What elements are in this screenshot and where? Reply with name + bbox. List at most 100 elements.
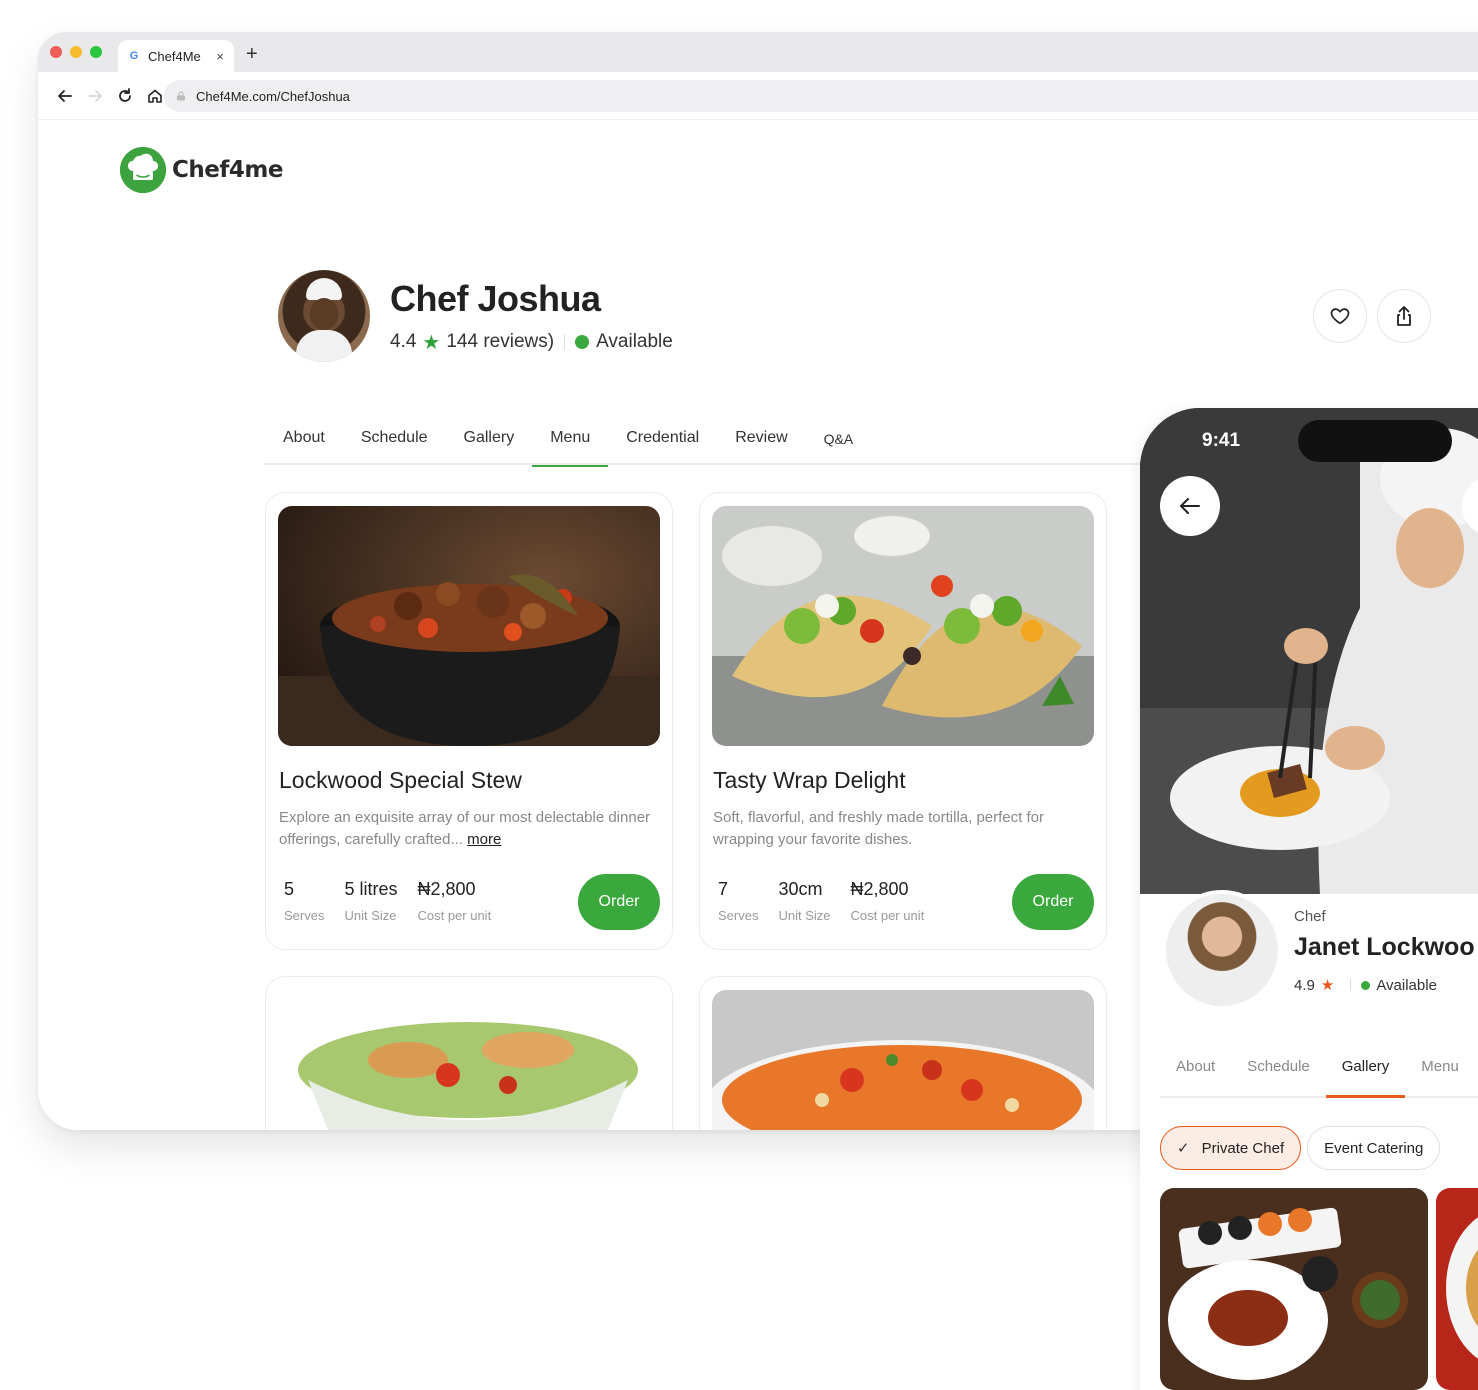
menu-item-title: Tasty Wrap Delight [713, 767, 906, 793]
chef-role-label: Chef [1294, 908, 1326, 925]
back-button[interactable] [54, 84, 76, 108]
stat-cost: ₦2,800 Cost per unit [417, 879, 492, 923]
browser-tab[interactable]: G Chef4Me × [118, 40, 234, 72]
phone-chef-info: Chef Janet Lockwoo 4.9 ★ Available [1294, 908, 1475, 994]
lock-icon [177, 91, 185, 101]
home-icon [148, 89, 162, 103]
address-bar[interactable]: Chef4Me.com/ChefJoshua [164, 80, 1478, 112]
more-link[interactable]: more [467, 831, 501, 848]
tab-gallery[interactable]: Gallery [446, 417, 533, 465]
chef-info: Chef Joshua 4.4 ★ 144 reviews) Available [390, 278, 673, 355]
meta-divider [1350, 979, 1352, 991]
google-icon: G [129, 50, 139, 62]
chef-profile-header: Chef Joshua 4.4 ★ 144 reviews) Available [278, 270, 673, 362]
stat-unit-size: 30cm Unit Size [778, 879, 831, 923]
rating-value: 4.4 [390, 331, 417, 352]
tab-credential[interactable]: Credential [608, 417, 717, 465]
tab-about[interactable]: About [265, 417, 343, 465]
reload-icon [119, 88, 131, 102]
close-tab-button[interactable]: × [216, 49, 224, 64]
stat-serves: 7 Serves [718, 879, 759, 923]
chef-meta: 4.4 ★ 144 reviews) Available [390, 330, 673, 355]
phone-availability-status: Available [1376, 976, 1437, 994]
back-arrow-icon [1180, 498, 1200, 514]
chip-event-catering[interactable]: Event Catering [1307, 1126, 1441, 1170]
share-button[interactable] [1377, 289, 1431, 343]
close-window-button[interactable] [50, 46, 62, 58]
tab-schedule[interactable]: Schedule [343, 417, 446, 465]
stat-cost: ₦2,800 Cost per unit [850, 879, 925, 923]
phone-chef-meta: 4.9 ★ Available [1294, 976, 1475, 995]
share-icon [1397, 306, 1411, 326]
stage: G Chef4Me × + Chef4Me.com/ChefJoshua Che… [0, 0, 1478, 1390]
status-bar-time: 9:41 [1202, 430, 1241, 451]
menu-item-stats: 5 Serves 5 litres Unit Size ₦2,800 Cost … [284, 879, 491, 923]
new-tab-button[interactable]: + [246, 42, 258, 66]
meta-divider [564, 334, 566, 350]
profile-tabs: About Schedule Gallery Menu Credential R… [265, 417, 1145, 467]
phone-chef-name: Janet Lockwoo [1294, 933, 1475, 961]
chef-avatar [278, 270, 370, 362]
menu-card: Lockwood Special Stew Explore an exquisi… [265, 492, 673, 950]
url-text: Chef4Me.com/ChefJoshua [196, 88, 350, 104]
heart-icon [1330, 308, 1350, 325]
menu-item-stats: 7 Serves 30cm Unit Size ₦2,800 Cost per … [718, 879, 924, 923]
stew-photo [278, 506, 660, 746]
phone-tab-gallery[interactable]: Gallery [1325, 1048, 1406, 1098]
salad-photo [278, 990, 660, 1130]
phone-tabs: About Schedule Gallery Menu [1160, 1048, 1478, 1098]
menu-item-description: Soft, flavorful, and freshly made tortil… [713, 809, 1044, 848]
order-button[interactable]: Order [1012, 874, 1094, 930]
reload-button[interactable] [114, 84, 136, 108]
menu-item-title: Lockwood Special Stew [279, 767, 522, 793]
menu-card: Tasty Wrap Delight Soft, flavorful, and … [699, 492, 1107, 950]
service-filter-chips: ✓ Private Chef Event Catering [1160, 1126, 1441, 1170]
minimize-window-button[interactable] [70, 46, 82, 58]
window-controls [50, 46, 102, 58]
site-logo[interactable]: Chef4me [120, 147, 283, 193]
chef-hat-logo-icon [120, 147, 166, 193]
wrap-photo [712, 506, 1094, 746]
review-count: 144 reviews) [446, 331, 555, 352]
chef-name: Chef Joshua [390, 277, 601, 319]
availability-status: Available [596, 331, 673, 352]
phone-chef-avatar [1162, 890, 1282, 1010]
forward-button[interactable] [84, 84, 106, 108]
star-icon: ★ [1320, 977, 1335, 994]
stat-serves: 5 Serves [284, 879, 325, 923]
phone-tab-schedule[interactable]: Schedule [1231, 1048, 1326, 1096]
menu-item-description: Explore an exquisite array of our most d… [279, 809, 651, 848]
gallery-photo-2[interactable] [1436, 1188, 1478, 1390]
phone-tab-menu[interactable]: Menu [1405, 1048, 1475, 1096]
home-button[interactable] [144, 84, 166, 108]
star-icon: ★ [422, 331, 441, 354]
logo-wordmark: Chef4me [172, 157, 283, 183]
browser-titlebar: G Chef4Me × + [38, 32, 1478, 72]
menu-card [265, 976, 673, 1130]
pasta-photo [712, 990, 1094, 1130]
order-button[interactable]: Order [578, 874, 660, 930]
phone-tab-about[interactable]: About [1160, 1048, 1231, 1096]
tab-qa[interactable]: Q&A [806, 417, 872, 465]
stat-unit-size: 5 litres Unit Size [344, 879, 398, 923]
back-arrow-icon [58, 90, 72, 102]
forward-arrow-icon [88, 90, 102, 102]
chef-cooking-photo: 9:41 [1140, 408, 1478, 894]
menu-card [699, 976, 1107, 1130]
phone-rating-value: 4.9 [1294, 976, 1315, 994]
available-status-dot [575, 335, 590, 349]
browser-toolbar: Chef4Me.com/ChefJoshua [38, 72, 1478, 120]
gallery-photo-sushi[interactable] [1160, 1188, 1428, 1390]
chip-private-chef[interactable]: ✓ Private Chef [1160, 1126, 1302, 1170]
phone-back-button[interactable] [1160, 476, 1220, 536]
dynamic-island [1298, 420, 1452, 462]
browser-tab-title: Chef4Me [148, 48, 201, 64]
available-status-dot [1361, 980, 1371, 990]
tab-menu[interactable]: Menu [532, 417, 609, 467]
maximize-window-button[interactable] [90, 46, 102, 58]
nav-buttons [54, 84, 166, 108]
favorite-button[interactable] [1313, 289, 1367, 343]
check-icon: ✓ [1177, 1140, 1190, 1157]
tab-review[interactable]: Review [717, 417, 805, 465]
mobile-app-preview: 9:41 Chef Janet Lockwoo 4.9 ★ Available … [1140, 408, 1478, 1390]
